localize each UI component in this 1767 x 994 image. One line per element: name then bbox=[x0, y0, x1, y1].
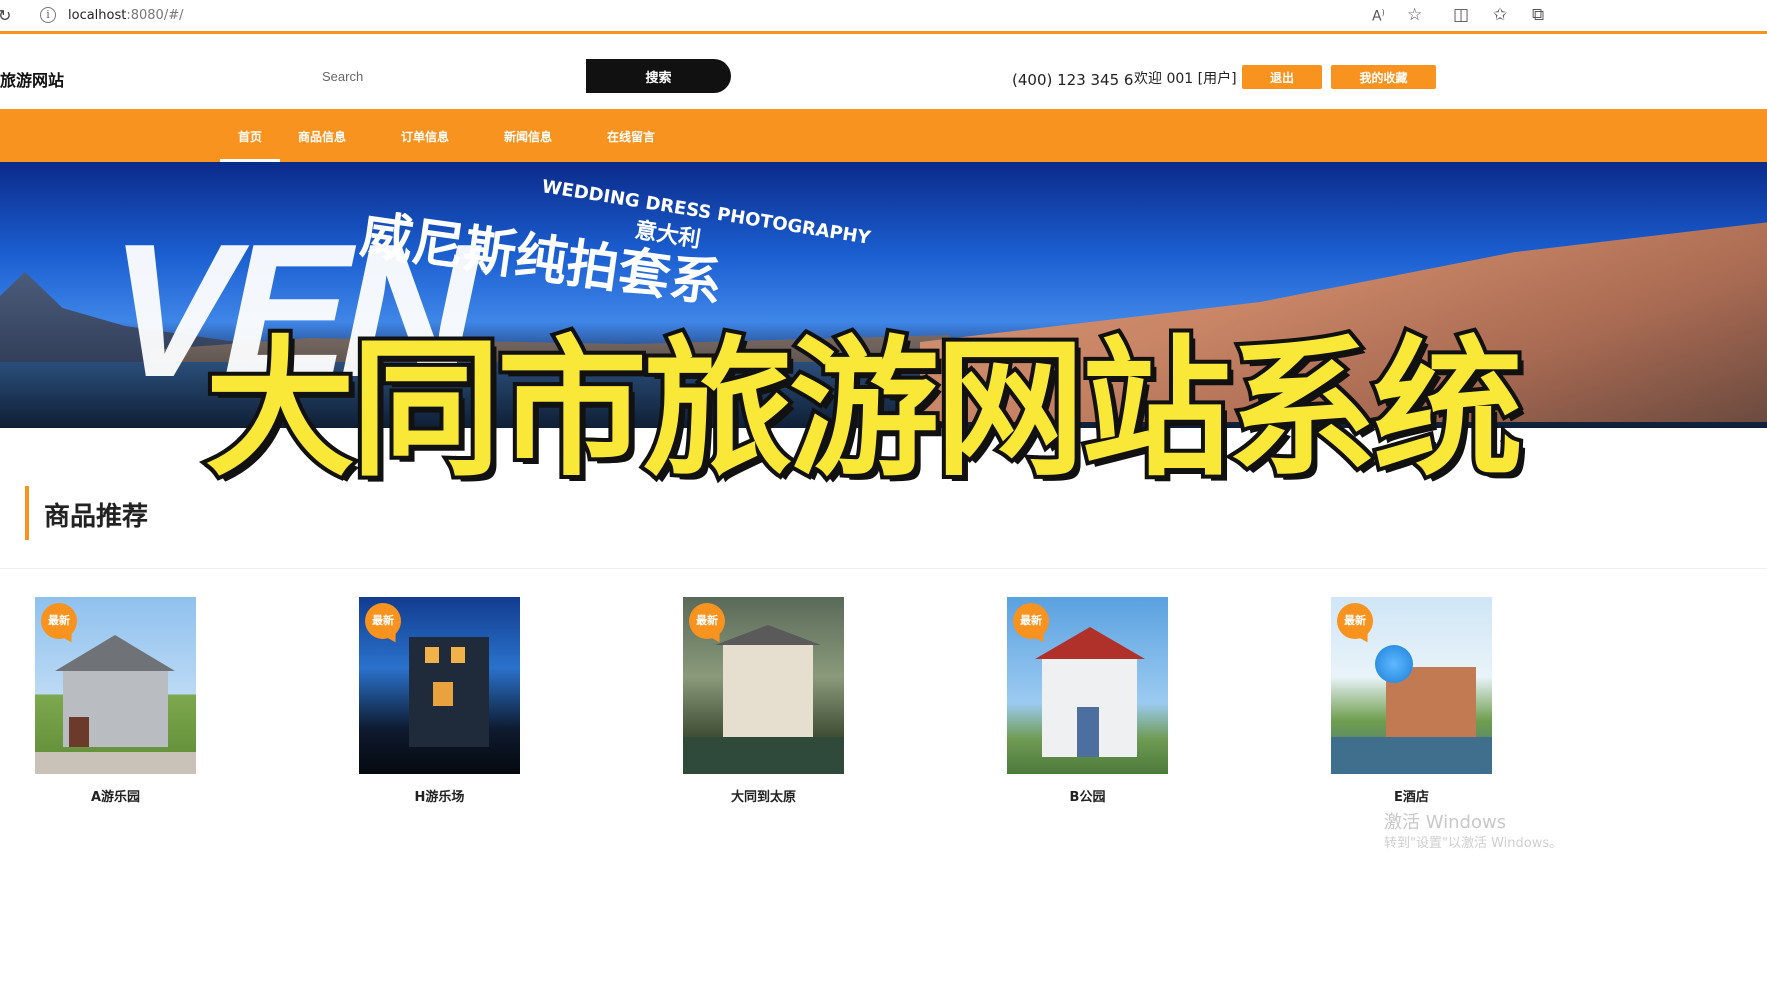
site-info-icon[interactable]: i bbox=[40, 7, 56, 23]
read-aloud-icon[interactable]: A) bbox=[1372, 8, 1385, 25]
house-shape bbox=[723, 642, 813, 737]
windows-activation-hint: 转到"设置"以激活 Windows。 bbox=[1384, 836, 1563, 851]
favorites-icon[interactable]: ✩ bbox=[1493, 5, 1507, 25]
nav-item-home[interactable]: 首页 bbox=[238, 128, 262, 145]
window-light bbox=[433, 682, 453, 706]
product-name[interactable]: 大同到太原 bbox=[683, 786, 844, 805]
product-card[interactable]: 最新 B公园 bbox=[1007, 597, 1168, 805]
product-name[interactable]: A游乐园 bbox=[35, 786, 196, 805]
section-accent-bar bbox=[25, 486, 29, 540]
main-nav: 首页 商品信息 订单信息 新闻信息 在线留言 bbox=[0, 109, 1767, 162]
window-shape bbox=[1077, 707, 1099, 757]
nav-item-orders[interactable]: 订单信息 bbox=[401, 128, 449, 145]
my-favorites-button[interactable]: 我的收藏 bbox=[1331, 65, 1436, 89]
new-badge: 最新 bbox=[365, 603, 401, 639]
nav-item-products[interactable]: 商品信息 bbox=[298, 128, 346, 145]
overlay-title: 大同市旅游网站系统 bbox=[201, 319, 1527, 501]
star-icon[interactable]: ☆ bbox=[1407, 5, 1422, 25]
product-image[interactable]: 最新 bbox=[1331, 597, 1492, 774]
product-card[interactable]: 最新 H游乐场 bbox=[359, 597, 520, 805]
collections-icon[interactable]: ⧉ bbox=[1532, 5, 1544, 25]
product-name[interactable]: E酒店 bbox=[1331, 786, 1492, 805]
product-name[interactable]: B公园 bbox=[1007, 786, 1168, 805]
product-name[interactable]: H游乐场 bbox=[359, 786, 520, 805]
window-light bbox=[451, 647, 465, 663]
roof-shape bbox=[1035, 627, 1145, 659]
new-badge: 最新 bbox=[1013, 603, 1049, 639]
new-badge: 最新 bbox=[41, 603, 77, 639]
loading-circle-icon bbox=[1375, 645, 1413, 683]
welcome-text: 欢迎 001 [用户] bbox=[1134, 71, 1237, 87]
roof-shape bbox=[715, 625, 821, 645]
pond-shape bbox=[683, 737, 844, 774]
window-light bbox=[425, 647, 439, 663]
logout-button[interactable]: 退出 bbox=[1242, 65, 1322, 89]
search-input[interactable] bbox=[312, 59, 584, 93]
new-badge: 最新 bbox=[1337, 603, 1373, 639]
new-badge: 最新 bbox=[689, 603, 725, 639]
section-divider bbox=[0, 568, 1767, 569]
section-title: 商品推荐 bbox=[44, 502, 149, 532]
site-header: 旅游网站 搜索 (400) 123 345 6 欢迎 001 [用户] 退出 我… bbox=[0, 37, 1767, 109]
phone-number: (400) 123 345 6 bbox=[1012, 71, 1134, 89]
windows-activation-title: 激活 Windows bbox=[1384, 812, 1507, 833]
browser-address-bar: ↻ i localhost:8080/#/ A) ☆ ◫ ✩ ⧉ bbox=[0, 0, 1767, 34]
product-image[interactable]: 最新 bbox=[1007, 597, 1168, 774]
product-image[interactable]: 最新 bbox=[683, 597, 844, 774]
product-image[interactable]: 最新 bbox=[359, 597, 520, 774]
search-button[interactable]: 搜索 bbox=[586, 59, 731, 93]
door-shape bbox=[69, 717, 89, 747]
product-image[interactable]: 最新 bbox=[35, 597, 196, 774]
product-card[interactable]: 最新 A游乐园 bbox=[35, 597, 196, 805]
reload-icon[interactable]: ↻ bbox=[0, 6, 11, 25]
site-logo[interactable]: 旅游网站 bbox=[0, 67, 64, 91]
nav-item-news[interactable]: 新闻信息 bbox=[504, 128, 552, 145]
driveway-shape bbox=[35, 752, 196, 774]
address-url[interactable]: localhost:8080/#/ bbox=[68, 8, 183, 23]
product-card[interactable]: 最新 大同到太原 bbox=[683, 597, 844, 805]
nav-item-messages[interactable]: 在线留言 bbox=[607, 128, 655, 145]
product-card[interactable]: 最新 E酒店 bbox=[1331, 597, 1492, 805]
split-screen-icon[interactable]: ◫ bbox=[1453, 5, 1469, 25]
water-shape bbox=[1331, 737, 1492, 774]
